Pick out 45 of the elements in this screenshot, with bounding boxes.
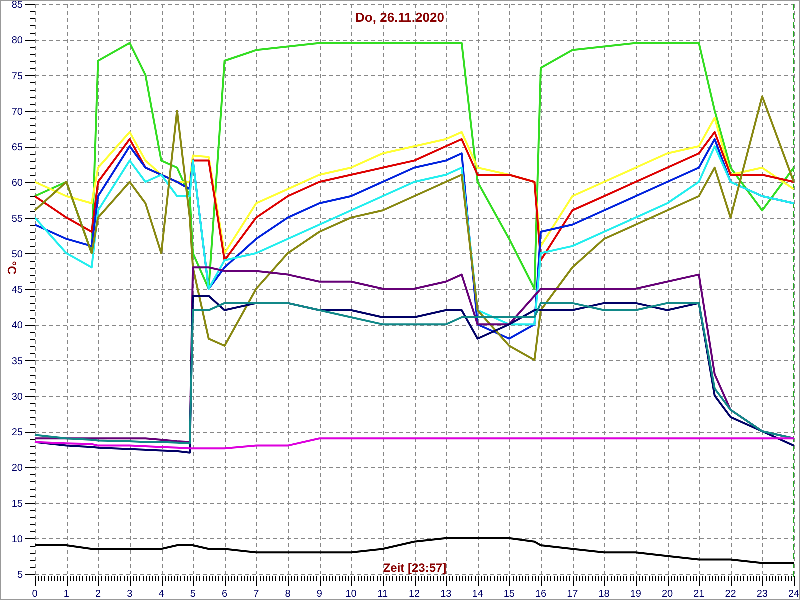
axis-tick-label: 35: [12, 356, 23, 368]
axis-tick-label: 85: [12, 0, 23, 11]
axis-tick-label: 5: [17, 570, 23, 581]
axis-tick-label: 15: [12, 498, 23, 510]
y-axis-label: °C: [5, 261, 19, 275]
axis-tick-label: 30: [12, 392, 23, 403]
axis-tick-label: 17: [567, 589, 578, 600]
axis-tick-label: 75: [12, 71, 23, 82]
axis-tick-label: 13: [440, 589, 452, 600]
axis-tick-label: 7: [254, 589, 260, 600]
axis-tick-label: 65: [12, 142, 23, 154]
axis-tick-label: 40: [12, 320, 23, 332]
axis-tick-label: 10: [12, 534, 23, 546]
axis-tick-label: 5: [190, 589, 196, 600]
axis-tick-label: 9: [316, 589, 322, 600]
axis-tick-label: 14: [472, 589, 484, 600]
axis-tick-label: 25: [12, 428, 23, 438]
axis-tick-label: 22: [725, 589, 736, 600]
axis-tick-label: 70: [12, 106, 23, 118]
axis-tick-label: 11: [378, 589, 388, 600]
axis-tick-label: 80: [12, 36, 23, 47]
axis-tick-label: 60: [12, 178, 23, 190]
axis-tick-label: 15: [504, 589, 515, 600]
axis-tick-label: 10: [346, 589, 357, 600]
axis-tick-label: 0: [32, 589, 38, 600]
axis-tick-label: 45: [12, 285, 23, 296]
axis-tick-label: 21: [694, 589, 705, 600]
axis-tick-label: 2: [95, 589, 102, 600]
axis-tick-label: 23: [756, 589, 768, 600]
axis-tick-label: 6: [222, 589, 228, 600]
axis-tick-label: 3: [127, 589, 133, 600]
axis-tick-label: 16: [535, 589, 547, 600]
axis-tick-label: 50: [12, 249, 23, 260]
axis-tick-label: 4: [158, 589, 164, 600]
chart-title: Do, 26.11.2020: [356, 10, 444, 25]
axis-tick-label: 20: [662, 589, 674, 600]
axis-tick-label: 18: [598, 589, 610, 600]
axis-tick-label: 1: [64, 589, 70, 600]
axis-tick-label: 8: [285, 589, 291, 600]
axis-tick-label: 55: [12, 214, 23, 225]
x-axis-label: Zeit [23:57]: [383, 561, 447, 575]
axis-tick-label: 24: [788, 589, 800, 600]
axis-tick-label: 19: [630, 589, 642, 600]
axis-tick-label: 20: [12, 463, 23, 474]
axis-tick-label: 12: [408, 589, 420, 600]
